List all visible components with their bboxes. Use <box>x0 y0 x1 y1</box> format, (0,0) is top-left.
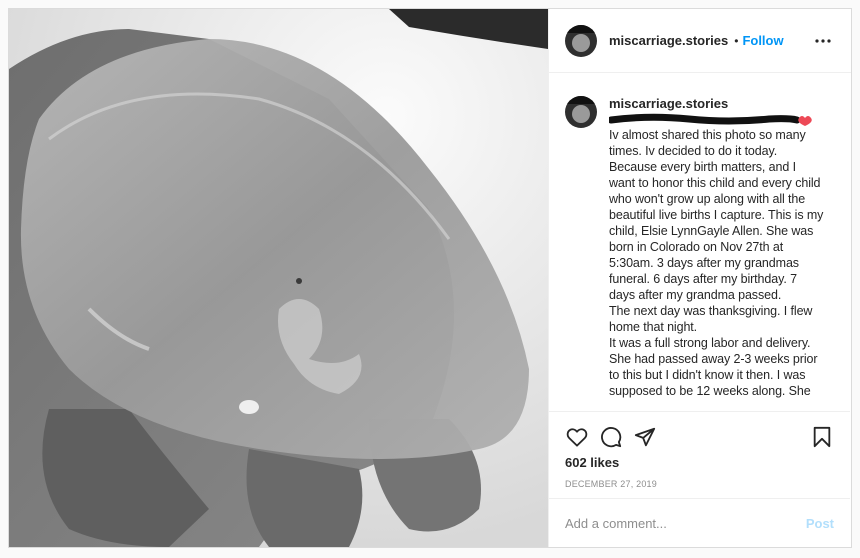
post-header: miscarriage.stories • Follow <box>549 9 851 73</box>
avatar-image <box>565 96 597 128</box>
bookmark-icon[interactable] <box>810 425 834 449</box>
heart-icon[interactable] <box>565 425 589 449</box>
header-separator: • <box>734 33 739 48</box>
paper-plane-icon[interactable] <box>633 425 657 449</box>
header-username[interactable]: miscarriage.stories <box>609 33 728 48</box>
caption-avatar[interactable] <box>565 96 597 128</box>
post-sidebar: miscarriage.stories • Follow miscarriage… <box>548 9 851 547</box>
likes-count[interactable]: 602 likes <box>565 455 619 470</box>
avatar[interactable] <box>565 24 597 57</box>
redaction-scribble <box>609 113 812 126</box>
comments-area[interactable]: miscarriage.stories Iv almost shared thi… <box>549 74 850 411</box>
comment-bubble-icon[interactable] <box>599 425 623 449</box>
comment-input[interactable] <box>565 515 806 531</box>
caption-body: miscarriage.stories Iv almost shared thi… <box>609 96 824 399</box>
post-button[interactable]: Post <box>806 516 834 531</box>
caption-username[interactable]: miscarriage.stories <box>609 96 824 112</box>
follow-button[interactable]: Follow <box>742 33 783 48</box>
photo-image <box>9 9 548 547</box>
post-photo[interactable] <box>9 9 548 547</box>
action-bar <box>549 411 850 461</box>
post-date[interactable]: DECEMBER 27, 2019 <box>565 479 657 489</box>
caption-comment: miscarriage.stories Iv almost shared thi… <box>565 96 834 399</box>
instagram-post: miscarriage.stories • Follow miscarriage… <box>8 8 852 548</box>
more-dots-icon[interactable] <box>811 29 835 53</box>
avatar-image <box>565 24 597 57</box>
add-comment-bar: Post <box>549 498 850 547</box>
caption-text: Iv almost shared this photo so many time… <box>609 128 824 398</box>
